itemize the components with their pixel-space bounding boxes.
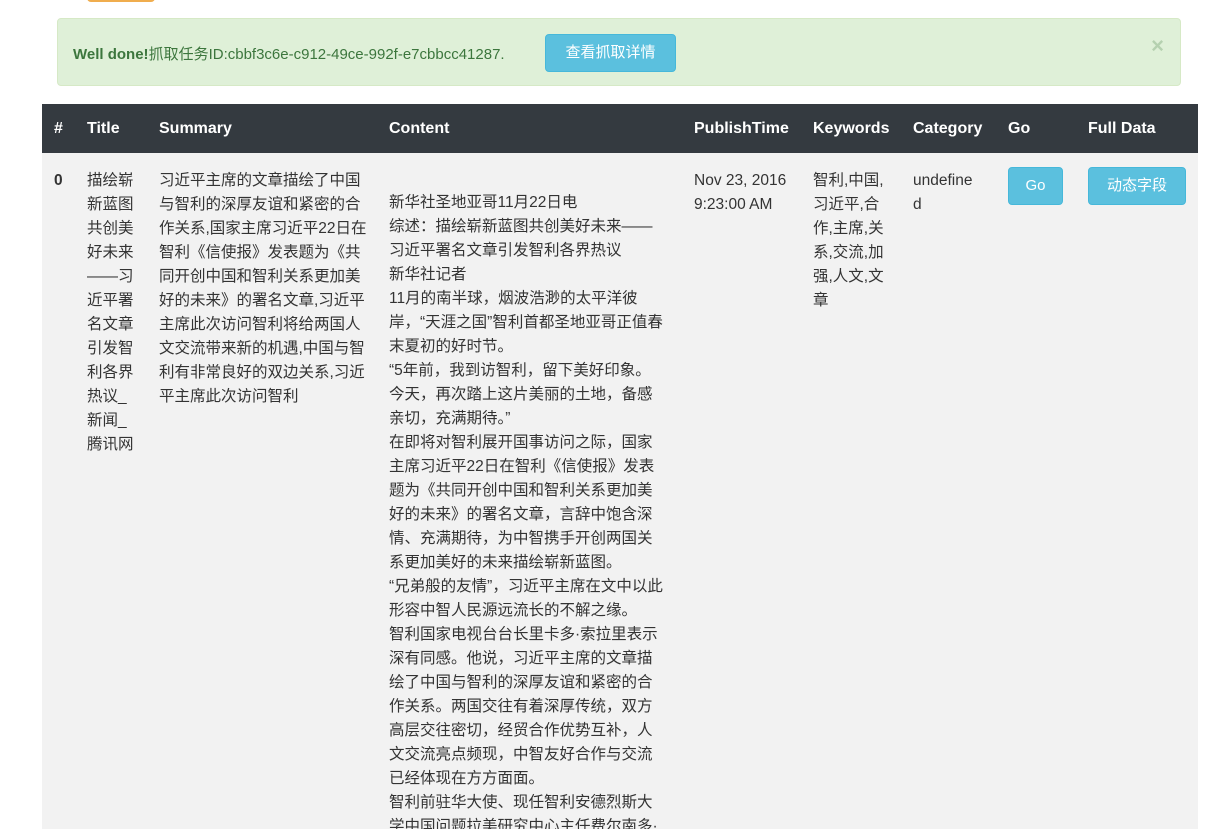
header-content: Content: [389, 120, 450, 137]
top-button-edge[interactable]: [87, 0, 155, 2]
table-header: # Title Summary Content PublishTime Keyw…: [42, 104, 1198, 153]
row-category: undefined: [913, 172, 973, 213]
row-content: 新华社圣地亚哥11月22日电 综述：描绘崭新蓝图共创美好未来——习近平署名文章引…: [389, 191, 665, 829]
header-publish-time: PublishTime: [694, 120, 789, 137]
alert-text: Well done!抓取任务ID:cbbf3c6e-c912-49ce-992f…: [73, 43, 505, 64]
content-paragraph: 11月的南半球，烟波浩渺的太平洋彼岸，“天涯之国”智利首都圣地亚哥正值春末夏初的…: [389, 290, 663, 355]
content-paragraph: “5年前，我到访智利，留下美好印象。今天，再次踏上这片美丽的土地，备感亲切，充满…: [389, 362, 653, 427]
alert-message: 抓取任务ID:cbbf3c6e-c912-49ce-992f-e7cbbcc41…: [148, 46, 505, 63]
header-category: Category: [913, 120, 983, 137]
content-paragraph: 智利前驻华大使、现任智利安德烈斯大学中国问题拉美研究中心主任费尔南多·: [389, 794, 658, 829]
row-summary: 习近平主席的文章描绘了中国与智利的深厚友谊和紧密的合作关系,国家主席习近平22日…: [159, 172, 367, 405]
full-data-button[interactable]: 动态字段: [1088, 167, 1186, 205]
success-alert: Well done!抓取任务ID:cbbf3c6e-c912-49ce-992f…: [57, 18, 1181, 86]
content-paragraph: 新华社记者: [389, 266, 467, 283]
page: Well done!抓取任务ID:cbbf3c6e-c912-49ce-992f…: [0, 0, 1215, 829]
content-paragraph: 在即将对智利展开国事访问之际，国家主席习近平22日在智利《信使报》发表题为《共同…: [389, 434, 655, 571]
row-publish-time: Nov 23, 2016 9:23:00 AM: [694, 172, 787, 213]
header-go: Go: [1008, 120, 1031, 137]
content-paragraph: 综述：描绘崭新蓝图共创美好未来——习近平署名文章引发智利各界热议: [389, 218, 653, 259]
table-row: 0 描绘崭新蓝图共创美好未来——习近平署名文章引发智利各界热议_新闻_腾讯网 习…: [42, 153, 1198, 829]
row-index: 0: [54, 172, 63, 189]
row-title: 描绘崭新蓝图共创美好未来——习近平署名文章引发智利各界热议_新闻_腾讯网: [87, 172, 134, 453]
header-full-data: Full Data: [1088, 120, 1156, 137]
row-keywords: 智利,中国,习近平,合作,主席,关系,交流,加强,人文,文章: [813, 172, 884, 309]
header-summary: Summary: [159, 120, 232, 137]
close-icon[interactable]: ×: [1151, 35, 1164, 57]
go-button[interactable]: Go: [1008, 167, 1063, 205]
alert-strong-text: Well done!: [73, 46, 149, 63]
header-index: #: [54, 120, 63, 137]
results-table: # Title Summary Content PublishTime Keyw…: [42, 104, 1198, 829]
content-paragraph: “兄弟般的友情”，习近平主席在文中以此形容中智人民源远流长的不解之缘。: [389, 578, 663, 619]
content-paragraph: 智利国家电视台台长里卡多·索拉里表示深有同感。他说，习近平主席的文章描绘了中国与…: [389, 626, 658, 787]
header-keywords: Keywords: [813, 120, 890, 137]
content-paragraph: 新华社圣地亚哥11月22日电: [389, 194, 578, 211]
header-title: Title: [87, 120, 120, 137]
view-crawl-details-button[interactable]: 查看抓取详情: [545, 34, 676, 72]
